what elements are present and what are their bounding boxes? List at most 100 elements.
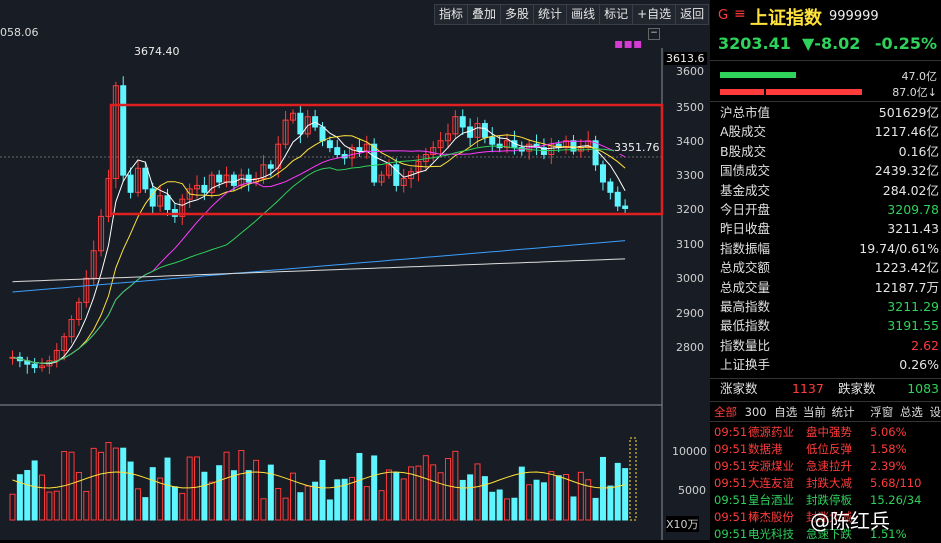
toolbar-overlay-button[interactable]: 叠加 xyxy=(468,5,502,24)
news-time: 09:51 xyxy=(714,425,748,439)
consolidation-box xyxy=(109,103,664,216)
volume-bar xyxy=(481,476,488,521)
news-tab-total[interactable]: 总选 xyxy=(900,405,923,419)
news-tab-settings[interactable]: 设置 xyxy=(930,405,941,419)
volume-bar xyxy=(393,472,400,521)
volume-tick: 5000 xyxy=(678,484,706,497)
news-item[interactable]: 09:51 数据港 低位反弹 1.58% xyxy=(714,441,939,458)
candle-body xyxy=(592,140,599,166)
volume-bar xyxy=(607,485,614,521)
sell-volume-label: 87.0亿↓ xyxy=(892,86,937,99)
divider xyxy=(710,60,941,61)
candle-body xyxy=(489,136,496,145)
candle-body xyxy=(120,85,127,176)
candle-body xyxy=(481,123,488,138)
stat-label: B股成交 xyxy=(720,143,767,159)
volume-bar xyxy=(83,490,90,521)
box-price-label: 3351.76 xyxy=(614,141,660,154)
toolbar-stats-button[interactable]: 统计 xyxy=(534,5,568,24)
candle-body xyxy=(127,174,134,193)
stat-value: 1217.46亿 xyxy=(874,124,939,140)
collapse-icon[interactable]: − xyxy=(648,28,660,40)
volume-bar xyxy=(238,449,245,521)
news-value: 2.39% xyxy=(870,459,907,473)
kline-chart-svg[interactable]: ▪▪▪ xyxy=(0,0,710,540)
toolbar-indicator-button[interactable]: 指标 xyxy=(435,5,469,24)
stat-row: 总成交额 1223.42亿 xyxy=(720,259,939,277)
news-item[interactable]: 09:51 德源药业 盘中强势 5.06% xyxy=(714,424,939,441)
volume-bar xyxy=(415,465,422,521)
volume-bar xyxy=(518,466,525,521)
news-tab-300[interactable]: 300 xyxy=(745,405,767,419)
volume-bar xyxy=(378,490,385,521)
price-tick: 2900 xyxy=(676,307,704,320)
kline-chart-area[interactable]: ▪▪▪ 指标 叠加 多股 统计 画线 标记 +自选 返回 058.06 3674… xyxy=(0,0,710,540)
toolbar-draw-button[interactable]: 画线 xyxy=(567,5,601,24)
stat-row: 上证换手 0.26% xyxy=(720,356,939,374)
toolbar-add-watchlist-button[interactable]: +自选 xyxy=(633,5,677,24)
volume-ma-line xyxy=(12,471,626,489)
volume-bar xyxy=(511,497,518,521)
news-item[interactable]: 09:51 大连友谊 封跌大减 5.68/110 xyxy=(714,475,939,492)
toolbar-mark-button[interactable]: 标记 xyxy=(600,5,634,24)
candle-body xyxy=(201,184,208,193)
volume-bar xyxy=(39,474,46,521)
stat-row: 今日开盘 3209.78 xyxy=(720,201,939,219)
news-tab-float[interactable]: 浮窗 xyxy=(870,405,893,419)
volume-bar xyxy=(422,455,429,521)
candle-body xyxy=(607,181,614,193)
toolbar-back-button[interactable]: 返回 xyxy=(676,5,708,24)
menu-icon[interactable]: ≡ xyxy=(734,6,746,22)
stat-label: 沪总市值 xyxy=(720,105,771,120)
volume-bar xyxy=(570,496,577,521)
buy-volume-label: 47.0亿 xyxy=(901,70,938,83)
stat-label: 基金成交 xyxy=(720,182,771,198)
volume-bar xyxy=(622,468,629,521)
news-item[interactable]: 09:51 安源煤业 急速拉升 2.39% xyxy=(714,458,939,475)
volume-bar xyxy=(489,491,496,521)
news-tab-watchlist[interactable]: 自选 xyxy=(774,405,797,419)
toolbar-multistock-button[interactable]: 多股 xyxy=(501,5,535,24)
candle-body xyxy=(467,126,474,138)
volume-bar xyxy=(75,471,82,521)
stat-row: 昨日收盘 3211.43 xyxy=(720,220,939,238)
news-event: 封跌大减 xyxy=(806,476,852,490)
news-tab-all[interactable]: 全部 xyxy=(714,405,737,419)
candle-body xyxy=(614,191,621,207)
volume-bar xyxy=(24,470,31,521)
volume-unit-label: X10万 xyxy=(666,516,699,532)
stat-row: 总成交量 12187.7万 xyxy=(720,279,939,297)
stat-value: 1223.42亿 xyxy=(874,260,939,276)
sell-volume-bar-left xyxy=(720,89,764,95)
volume-bar xyxy=(223,451,230,521)
moving-average-line xyxy=(12,240,626,293)
candle-body xyxy=(393,164,400,186)
news-tabs: 全部 300 自选 当前 统计 浮窗 总选 设置 xyxy=(714,404,941,420)
divider xyxy=(710,101,941,102)
candle-body xyxy=(334,147,341,155)
volume-bar xyxy=(496,489,503,521)
stat-row: 最高指数 3211.29 xyxy=(720,298,939,316)
volume-bar xyxy=(134,488,141,521)
volume-bar xyxy=(459,479,466,521)
news-event: 急速拉升 xyxy=(806,459,852,473)
volume-bar xyxy=(282,497,289,521)
up-count-label: 涨家数 xyxy=(720,381,758,396)
volume-bar xyxy=(112,447,119,521)
candle-body xyxy=(31,363,38,369)
stat-value: 3209.78 xyxy=(887,202,939,217)
volume-bar xyxy=(555,475,562,521)
buy-volume-bar xyxy=(720,72,796,78)
volume-bar xyxy=(68,451,75,521)
news-tab-current[interactable]: 当前 xyxy=(803,405,826,419)
stat-row: 国债成交 2439.32亿 xyxy=(720,162,939,180)
stat-label: 国债成交 xyxy=(720,163,771,179)
volume-bar xyxy=(326,499,333,521)
news-tab-stats[interactable]: 统计 xyxy=(832,405,855,419)
up-down-counts: 涨家数 1137 跌家数 1083 xyxy=(720,380,939,398)
volume-bar xyxy=(334,479,341,521)
volume-bar xyxy=(430,464,437,521)
price-tick: 3600 xyxy=(676,65,704,78)
volume-bar xyxy=(201,471,208,521)
price-tick: 3000 xyxy=(676,272,704,285)
